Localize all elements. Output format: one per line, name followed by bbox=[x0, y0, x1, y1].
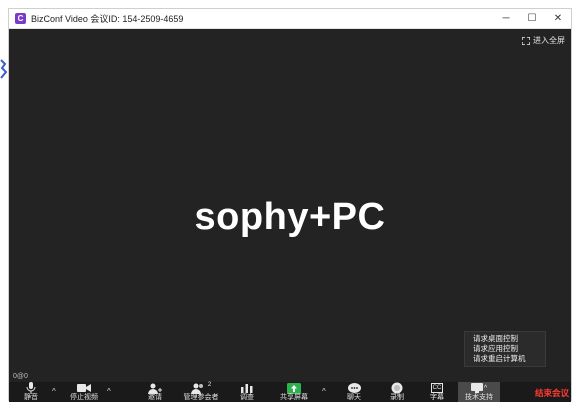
tech-support-caret: ^ bbox=[483, 384, 488, 392]
maximize-button[interactable]: ☐ bbox=[519, 9, 545, 28]
close-button[interactable]: ✕ bbox=[545, 9, 571, 28]
menu-item-request-app-control[interactable]: 请求应用控制 bbox=[465, 344, 545, 354]
video-area: 进入全屏 sophy+PC 0@0 bbox=[9, 29, 571, 382]
participant-name: sophy+PC bbox=[194, 196, 386, 238]
title-bar: C BizConf Video 会议ID: 154-2509-4659 ─ ☐ … bbox=[9, 9, 571, 29]
remote-support-icon: ^ bbox=[470, 382, 488, 394]
record-icon bbox=[391, 382, 403, 394]
video-camera-icon bbox=[77, 382, 91, 394]
desktop-edge-decoration bbox=[0, 58, 8, 84]
captions-icon-text: CC bbox=[430, 383, 444, 393]
closed-captions-icon: CC bbox=[430, 382, 444, 394]
video-options-caret[interactable]: ^ bbox=[107, 387, 111, 396]
window-controls: ─ ☐ ✕ bbox=[493, 9, 571, 28]
menu-item-request-restart[interactable]: 请求重启计算机 bbox=[465, 354, 545, 364]
tech-support-button[interactable]: ^ 技术支持 bbox=[458, 382, 500, 402]
stats-label: 0@0 bbox=[13, 373, 28, 380]
participants-icon: 2 bbox=[190, 382, 212, 394]
record-button[interactable]: 录制 bbox=[386, 382, 408, 402]
meeting-window: C BizConf Video 会议ID: 154-2509-4659 ─ ☐ … bbox=[8, 8, 572, 402]
window-title: BizConf Video 会议ID: 154-2509-4659 bbox=[31, 14, 184, 24]
share-screen-icon bbox=[287, 382, 301, 394]
manage-participants-button[interactable]: 2 管理参会者 bbox=[177, 382, 225, 402]
meeting-toolbar: 静音 ^ 停止视频 ^ 邀请 2 管理参会者 调查 共享屏幕 ^ 聊天 录制 C… bbox=[9, 382, 571, 402]
invite-button[interactable]: 邀请 bbox=[142, 382, 168, 402]
fullscreen-icon bbox=[522, 36, 530, 45]
bizconf-logo-icon: C bbox=[15, 13, 26, 24]
fullscreen-button[interactable]: 进入全屏 bbox=[522, 35, 565, 46]
captions-button[interactable]: CC 字幕 bbox=[426, 382, 448, 402]
microphone-icon bbox=[26, 382, 36, 394]
minimize-button[interactable]: ─ bbox=[493, 9, 519, 28]
audio-options-caret[interactable]: ^ bbox=[52, 387, 56, 396]
menu-item-request-desktop-control[interactable]: 请求桌面控制 bbox=[465, 334, 545, 344]
chat-button[interactable]: 聊天 bbox=[343, 382, 365, 402]
share-options-caret[interactable]: ^ bbox=[322, 387, 326, 396]
participant-count: 2 bbox=[207, 382, 212, 388]
share-screen-button[interactable]: 共享屏幕 bbox=[275, 382, 313, 402]
invite-user-icon bbox=[148, 382, 162, 394]
mute-button[interactable]: 静音 bbox=[17, 382, 45, 402]
poll-chart-icon bbox=[241, 382, 253, 394]
stop-video-button[interactable]: 停止视频 bbox=[64, 382, 104, 402]
poll-button[interactable]: 调查 bbox=[235, 382, 259, 402]
tech-support-menu: 请求桌面控制 请求应用控制 请求重启计算机 bbox=[464, 331, 546, 367]
chat-bubble-icon bbox=[347, 382, 361, 394]
end-meeting-button[interactable]: 结束会议 bbox=[535, 387, 569, 399]
fullscreen-label: 进入全屏 bbox=[533, 36, 565, 45]
